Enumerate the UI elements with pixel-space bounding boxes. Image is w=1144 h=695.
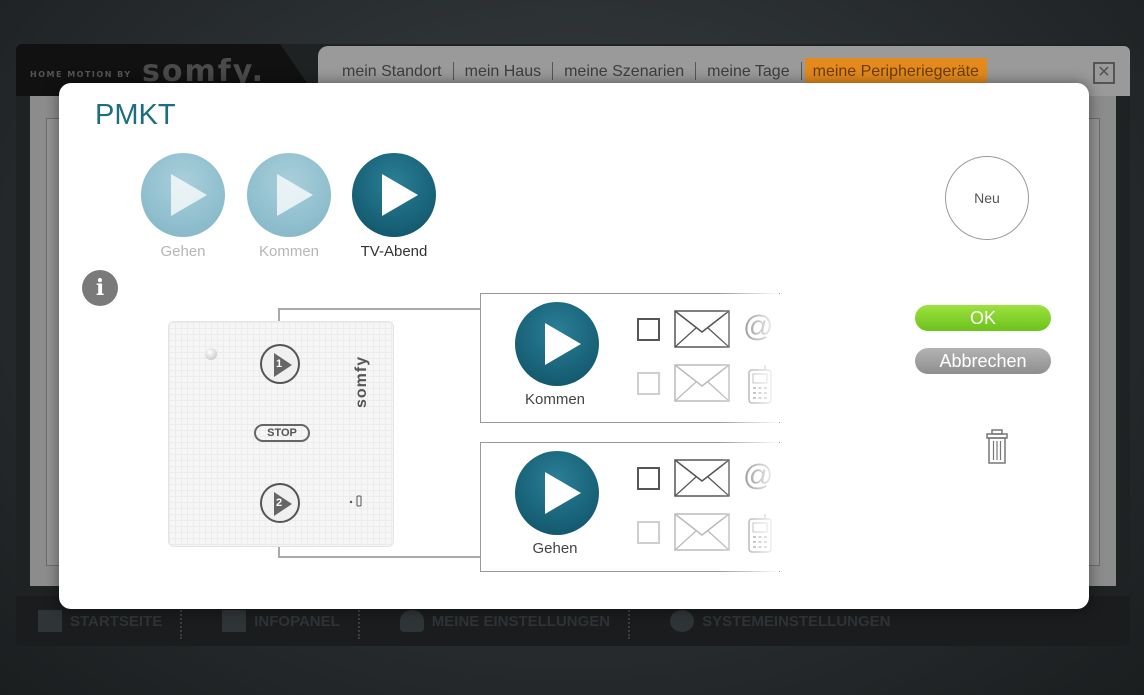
tab-separator [452, 62, 454, 80]
tab-meine-tage[interactable]: meine Tage [699, 58, 797, 84]
email-checkbox[interactable] [637, 467, 660, 490]
scenario-label: Gehen [160, 243, 206, 260]
play-icon [247, 153, 331, 237]
info-icon[interactable]: i [82, 270, 118, 306]
email-checkbox[interactable] [637, 318, 660, 341]
tab-separator [800, 62, 802, 80]
tab-separator [552, 62, 554, 80]
remote-button-1[interactable]: 1 [260, 344, 300, 384]
play-icon [515, 451, 599, 535]
tab-meine-szenarien[interactable]: meine Szenarien [556, 58, 692, 84]
main-tabs: mein Standort mein Haus meine Szenarien … [334, 58, 987, 84]
sms-checkbox[interactable] [637, 521, 660, 544]
list-icon [222, 610, 247, 632]
nav-label: INFOPANEL [254, 612, 340, 630]
scenario-gehen[interactable]: Gehen [133, 153, 233, 260]
action-label: Kommen [524, 391, 586, 408]
remote-led [205, 348, 217, 360]
cancel-button[interactable]: Abbrechen [915, 348, 1051, 374]
trash-icon[interactable] [986, 429, 1008, 465]
dialog-title: PMKT [95, 99, 176, 131]
home-icon [38, 610, 62, 632]
nav-label: MEINE EINSTELLUNGEN [431, 612, 611, 630]
remote-somfy-logo: somfy [353, 355, 370, 408]
user-icon [399, 610, 424, 632]
tab-separator [695, 62, 697, 80]
ok-button[interactable]: OK [915, 305, 1051, 331]
scenario-kommen[interactable]: Kommen [239, 153, 339, 260]
gear-icon [670, 610, 695, 632]
nav-label: STARTSEITE [70, 612, 163, 630]
scenario-tv-abend[interactable]: TV-Abend [344, 153, 444, 260]
tab-mein-haus[interactable]: mein Haus [457, 58, 549, 84]
panel-fade [719, 292, 779, 424]
action-play-gehen[interactable] [515, 451, 599, 535]
action-label: Gehen [532, 540, 578, 557]
action-play-kommen[interactable] [515, 302, 599, 386]
play-icon [141, 153, 225, 237]
close-icon[interactable]: ✕ [1093, 62, 1115, 84]
scenario-dialog: PMKT Gehen Kommen TV-Abend Neu i OK Abbr… [59, 83, 1089, 609]
scenario-label: Kommen [258, 243, 320, 260]
sms-checkbox[interactable] [637, 372, 660, 395]
nav-label: SYSTEMEINSTELLUNGEN [702, 612, 891, 630]
new-scenario-button[interactable]: Neu [945, 156, 1029, 240]
tab-meine-peripheriegeraete[interactable]: meine Peripheriegeräte [804, 58, 987, 84]
play-icon [515, 302, 599, 386]
panel-fade [719, 441, 779, 573]
remote-indicator-icon [349, 495, 362, 507]
connector-line [278, 556, 481, 558]
scenario-label: TV-Abend [360, 243, 428, 260]
remote-control: 1 STOP 2 somfy [168, 321, 394, 547]
tab-mein-standort[interactable]: mein Standort [334, 58, 450, 84]
brand-subtitle: HOME MOTION BY [30, 70, 132, 79]
connector-line [278, 308, 481, 310]
remote-button-2[interactable]: 2 [260, 483, 300, 523]
remote-stop-button[interactable]: STOP [254, 424, 310, 442]
play-icon [352, 153, 436, 237]
